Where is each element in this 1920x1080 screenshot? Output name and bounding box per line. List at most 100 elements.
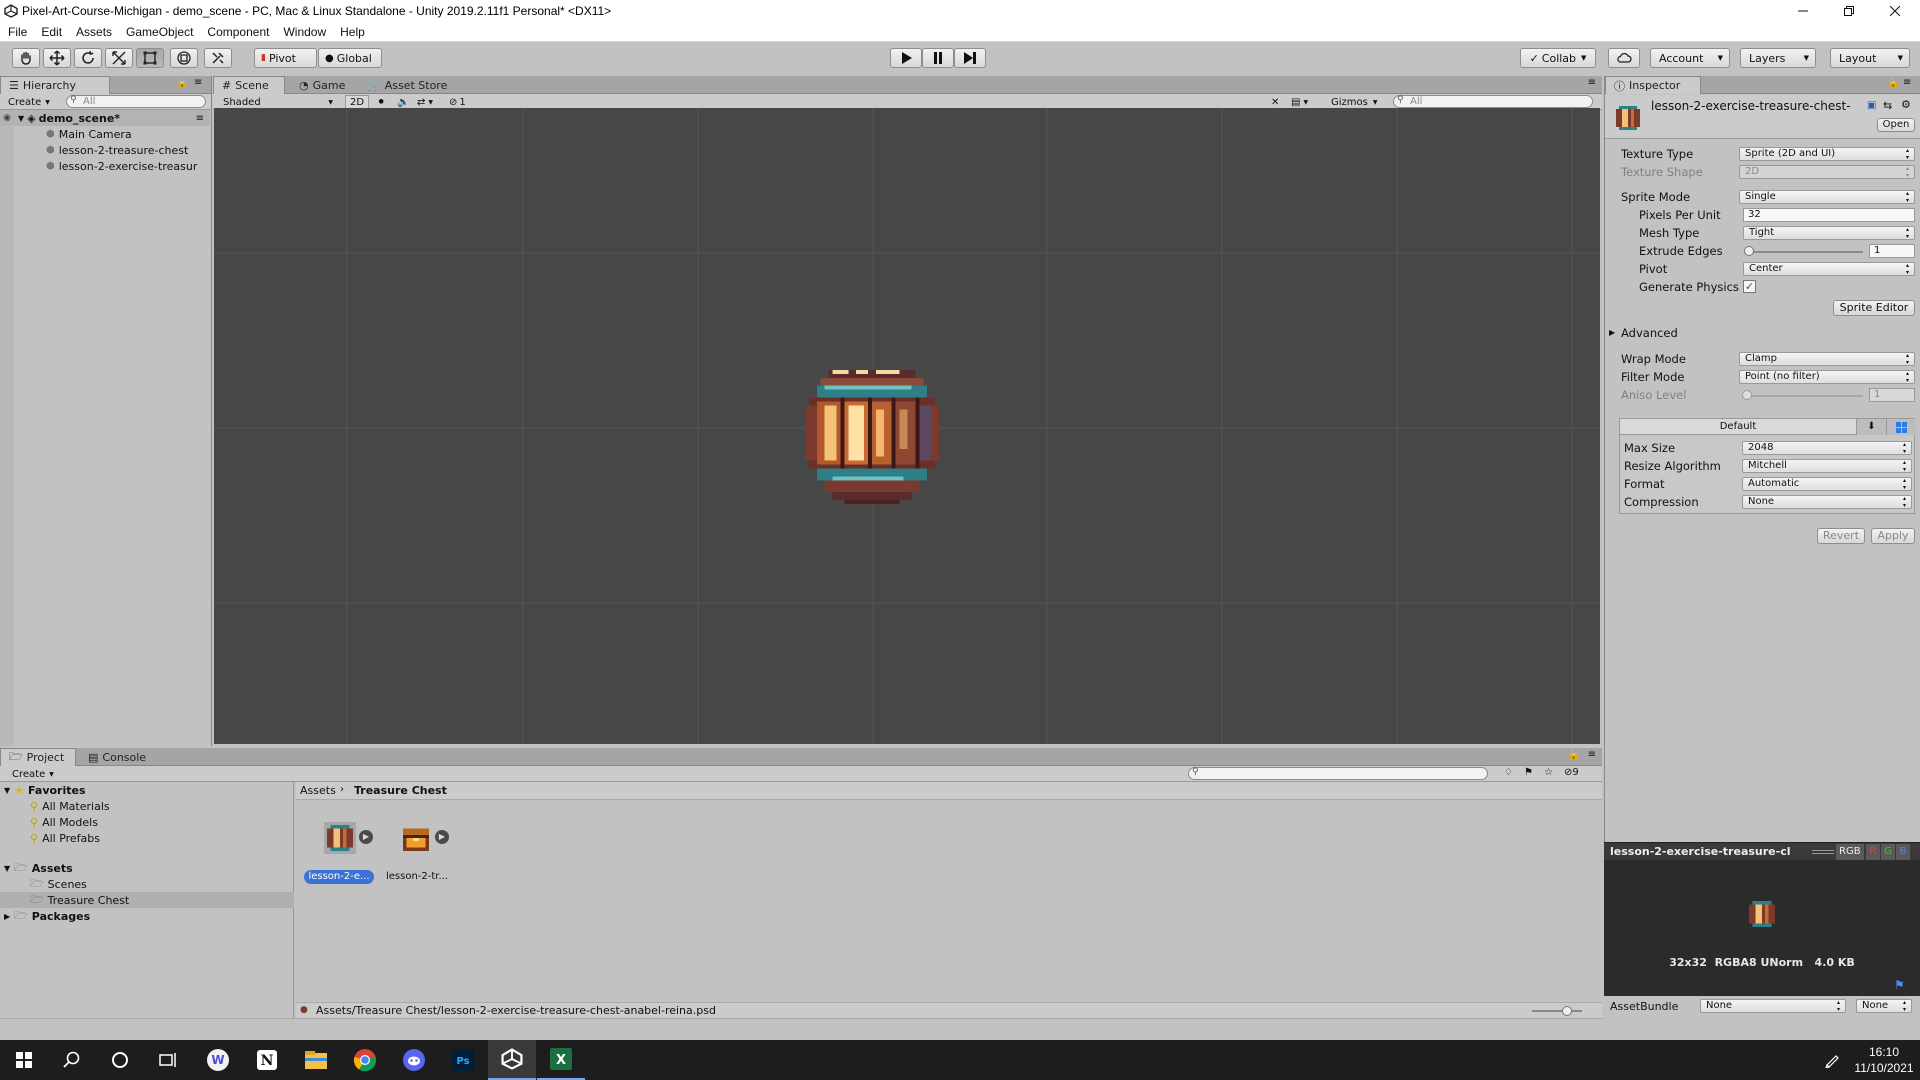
- hierarchy-item-exercise-treasure[interactable]: ⊘ ⬢lesson-2-exercise-treasur: [0, 158, 210, 174]
- camera-dropdown[interactable]: ▤ ▼: [1287, 95, 1312, 109]
- file-label-barrel[interactable]: lesson-2-e...: [304, 870, 374, 884]
- menu-assets[interactable]: Assets: [76, 25, 112, 39]
- assetbundle-variant-dropdown[interactable]: None: [1856, 999, 1912, 1013]
- generate-physics-checkbox[interactable]: ✓: [1743, 280, 1756, 293]
- start-button[interactable]: [0, 1040, 48, 1080]
- audio-toggle[interactable]: 🔈: [393, 95, 413, 109]
- taskbar-app-notion[interactable]: N: [243, 1040, 291, 1080]
- rotate-tool-button[interactable]: [74, 48, 102, 68]
- tab-hierarchy[interactable]: ☰ Hierarchy: [0, 76, 110, 94]
- max-size-dropdown[interactable]: 2048: [1742, 441, 1912, 455]
- label-tag-icon[interactable]: ⚑: [1894, 978, 1905, 992]
- tab-platform-standalone[interactable]: ⬇: [1856, 419, 1886, 435]
- hierarchy-item-treasure-chest[interactable]: ⬢ lesson-2-treasure-chest: [0, 142, 210, 158]
- panel-menu-icon[interactable]: ≡: [1903, 77, 1911, 88]
- tab-platform-windows[interactable]: [1886, 419, 1916, 435]
- rect-tool-button[interactable]: [136, 48, 164, 68]
- taskbar-app-explorer[interactable]: [292, 1040, 340, 1080]
- tree-favorites[interactable]: ▼ ★ Favorites: [0, 782, 294, 798]
- resize-algorithm-dropdown[interactable]: Mitchell: [1742, 459, 1912, 473]
- menu-window[interactable]: Window: [283, 25, 326, 39]
- wrap-mode-dropdown[interactable]: Clamp: [1739, 352, 1915, 366]
- scene-viewport[interactable]: [214, 108, 1600, 744]
- hidden-packages-toggle[interactable]: ⊘9: [1564, 767, 1579, 778]
- tree-treasure-chest[interactable]: 🗁 Treasure Chest: [0, 892, 294, 908]
- file-thumbnail-barrel[interactable]: [324, 822, 356, 854]
- help-icon[interactable]: ▣: [1867, 100, 1876, 111]
- shading-mode-dropdown[interactable]: Shaded ▼: [219, 95, 337, 109]
- file-label-chest[interactable]: lesson-2-tr...: [382, 870, 452, 884]
- advanced-foldout[interactable]: Advanced: [1621, 326, 1678, 340]
- expand-sprites-icon[interactable]: ▶: [435, 830, 449, 844]
- lighting-toggle[interactable]: ⚫: [373, 95, 389, 109]
- pen-tray-button[interactable]: [1812, 1040, 1852, 1080]
- mesh-type-dropdown[interactable]: Tight: [1743, 226, 1915, 240]
- custom-tool-button[interactable]: [204, 48, 232, 68]
- taskbar-app-excel[interactable]: X: [537, 1040, 585, 1080]
- layout-dropdown[interactable]: Layout ▼: [1830, 48, 1910, 68]
- hierarchy-scene-row[interactable]: ◉ ▼ ◈ demo_scene* ≡: [0, 110, 210, 126]
- taskbar-search-button[interactable]: [48, 1040, 96, 1080]
- tree-packages[interactable]: ▶ 🗁 Packages: [0, 908, 294, 924]
- menu-file[interactable]: File: [8, 25, 27, 39]
- tab-game[interactable]: ◔ Game: [291, 76, 353, 94]
- revert-button[interactable]: Revert: [1817, 528, 1865, 544]
- tab-platform-default[interactable]: Default: [1620, 419, 1856, 435]
- sprite-editor-button[interactable]: Sprite Editor: [1833, 300, 1915, 316]
- format-dropdown[interactable]: Automatic: [1742, 477, 1912, 491]
- lock-icon[interactable]: 🔒: [1568, 750, 1580, 761]
- panel-menu-icon[interactable]: ≡: [194, 77, 202, 88]
- tab-inspector[interactable]: ⓘ Inspector: [1605, 76, 1701, 94]
- close-button[interactable]: [1872, 0, 1918, 22]
- panel-menu-icon[interactable]: ≡: [1588, 77, 1596, 88]
- layers-dropdown[interactable]: Layers ▼: [1740, 48, 1816, 68]
- cloud-button[interactable]: [1608, 48, 1640, 68]
- restore-button[interactable]: [1826, 0, 1872, 22]
- 2d-toggle[interactable]: 2D: [345, 95, 369, 109]
- minimize-button[interactable]: [1780, 0, 1826, 22]
- tab-project[interactable]: 🗁 Project: [0, 748, 76, 766]
- step-button[interactable]: [954, 48, 986, 68]
- filter-label-icon[interactable]: ⚑: [1524, 767, 1533, 778]
- assetbundle-dropdown[interactable]: None: [1700, 999, 1846, 1013]
- lock-icon[interactable]: 🔒: [1887, 78, 1899, 89]
- lock-icon[interactable]: 🔒: [176, 78, 188, 89]
- hand-tool-button[interactable]: [12, 48, 40, 68]
- menu-edit[interactable]: Edit: [41, 25, 62, 39]
- tools-toggle[interactable]: ✕: [1267, 95, 1283, 109]
- eye-icon[interactable]: ◉: [0, 113, 14, 123]
- taskbar-clock[interactable]: 16:10 11/10/2021: [1852, 1044, 1916, 1078]
- hierarchy-search-input[interactable]: All: [66, 95, 206, 108]
- panel-menu-icon[interactable]: ≡: [1588, 749, 1596, 760]
- tree-all-models[interactable]: ⚲ All Models: [0, 814, 294, 830]
- menu-gameobject[interactable]: GameObject: [126, 25, 193, 39]
- breadcrumb-assets[interactable]: Assets: [300, 784, 336, 797]
- drag-handle-icon[interactable]: [1812, 850, 1834, 854]
- transform-tool-button[interactable]: [170, 48, 198, 68]
- scene-search-input[interactable]: All: [1393, 95, 1593, 108]
- taskbar-app-photoshop[interactable]: Ps: [439, 1040, 487, 1080]
- menu-help[interactable]: Help: [340, 25, 365, 39]
- tab-scene[interactable]: # Scene: [213, 76, 285, 94]
- gear-icon[interactable]: ⚙: [1901, 98, 1911, 111]
- scale-tool-button[interactable]: [105, 48, 133, 68]
- project-search-input[interactable]: [1188, 767, 1488, 780]
- taskbar-app-discord[interactable]: [390, 1040, 438, 1080]
- preview-header[interactable]: lesson-2-exercise-treasure-cl RGB R G B: [1604, 842, 1920, 860]
- global-toggle[interactable]: ● Global: [318, 48, 382, 68]
- sprite-mode-dropdown[interactable]: Single: [1739, 190, 1915, 204]
- collab-dropdown[interactable]: ✓ Collab ▼: [1520, 48, 1596, 68]
- expand-sprites-icon[interactable]: ▶: [359, 830, 373, 844]
- hidden-objects-toggle[interactable]: ⊘ 1: [445, 95, 470, 109]
- file-thumbnail-chest[interactable]: [400, 822, 432, 854]
- open-button[interactable]: Open: [1877, 118, 1915, 132]
- extrude-edges-slider-track[interactable]: [1747, 251, 1863, 253]
- scene-menu-icon[interactable]: ≡: [196, 113, 204, 124]
- filter-mode-dropdown[interactable]: Point (no filter): [1739, 370, 1915, 384]
- pivot-toggle[interactable]: ▮ Pivot: [254, 48, 317, 68]
- filter-type-icon[interactable]: ♢: [1504, 767, 1513, 778]
- hierarchy-create-button[interactable]: Create ▼: [4, 95, 54, 109]
- extrude-edges-field[interactable]: 1: [1869, 244, 1915, 258]
- tree-assets[interactable]: ▼ 🗁 Assets: [0, 860, 294, 876]
- red-channel-toggle[interactable]: R: [1866, 844, 1880, 860]
